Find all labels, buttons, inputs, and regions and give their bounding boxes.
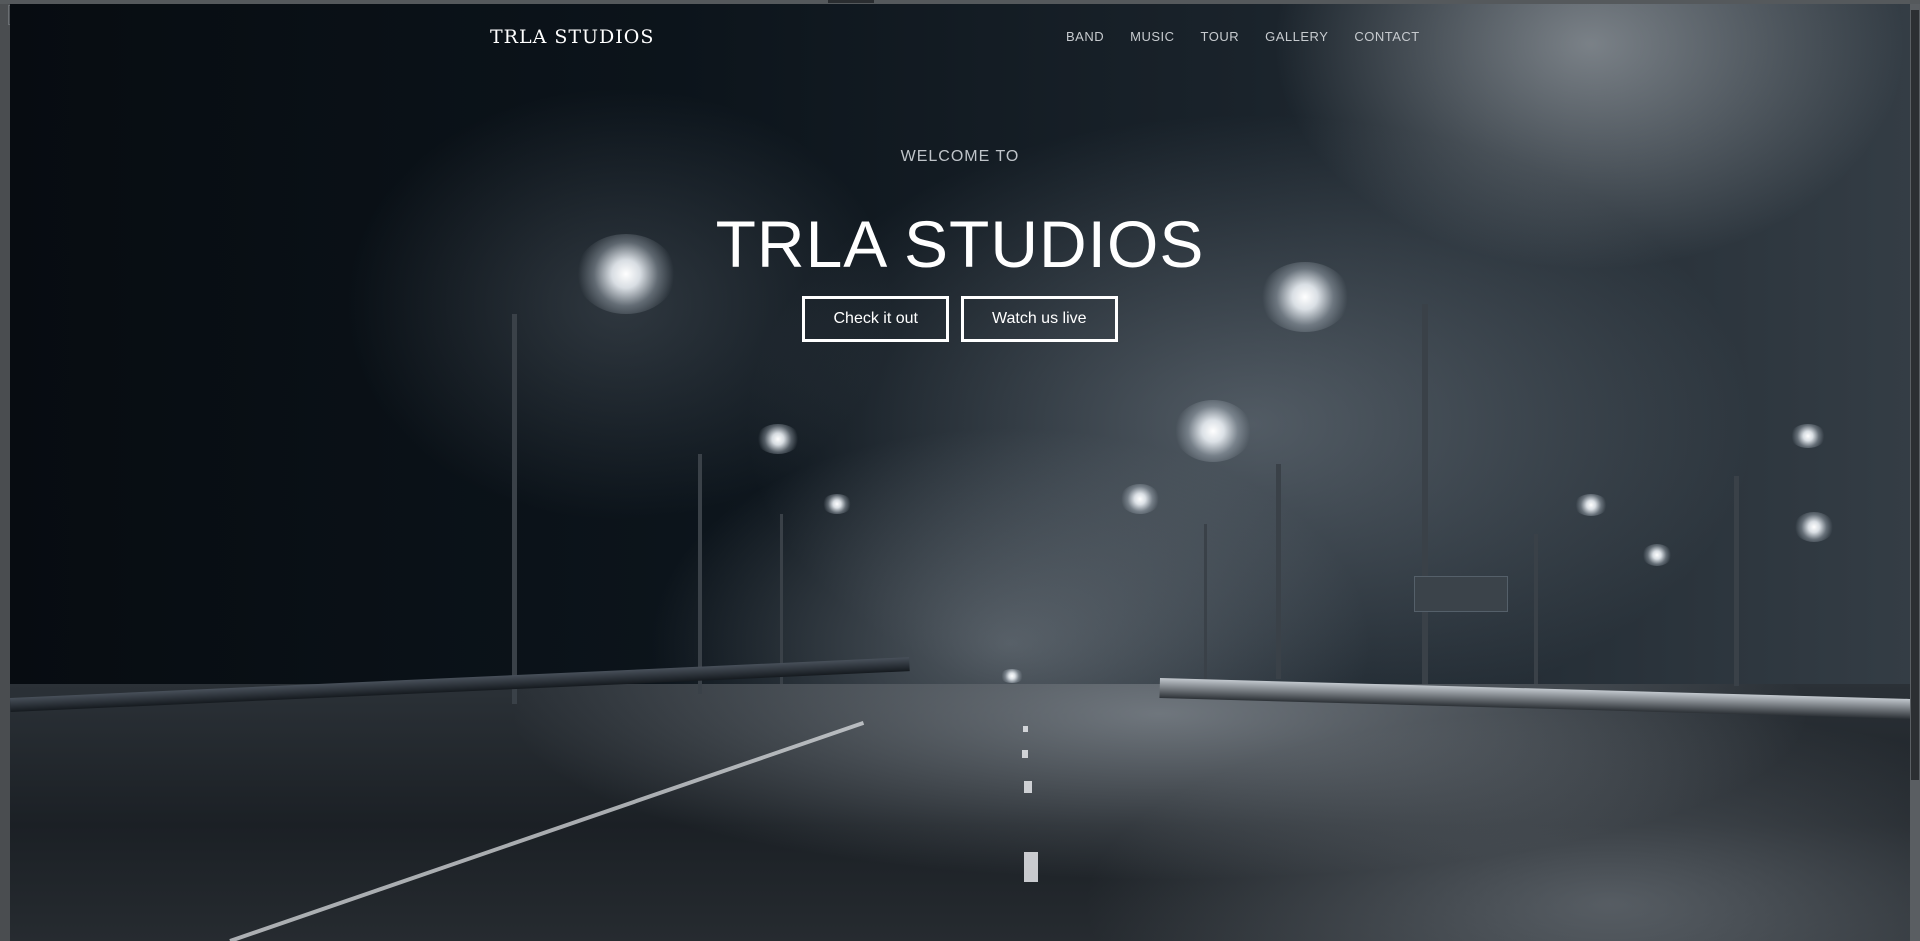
streetlight-glow [1642, 544, 1672, 566]
hero-title: TRLA STUDIOS [715, 207, 1205, 281]
browser-frame: ⤓ TRLA STUDIO [0, 0, 1920, 941]
street-pole [1534, 534, 1538, 684]
scrollbar-thumb[interactable] [1911, 10, 1919, 780]
street-pole [512, 314, 517, 704]
streetlight-glow [1794, 512, 1834, 542]
streetlight-glow [822, 494, 852, 514]
nav-link-band[interactable]: BAND [1066, 29, 1104, 44]
lane-dash [1024, 781, 1032, 793]
lane-dash [1024, 852, 1038, 882]
frame-top-notch [828, 0, 874, 3]
watch-us-live-button[interactable]: Watch us live [960, 296, 1118, 342]
navbar: TRLA STUDIOS BAND MUSIC TOUR GALLERY CON… [10, 4, 1910, 68]
streetlight-glow [756, 424, 800, 454]
street-pole [780, 514, 783, 684]
brand-logo[interactable]: TRLA STUDIOS [490, 26, 654, 48]
check-it-out-button[interactable]: Check it out [802, 296, 949, 342]
streetlight-glow [1790, 424, 1826, 448]
street-pole [1204, 524, 1207, 679]
streetlight-glow [1000, 669, 1024, 683]
hero-subtitle: WELCOME TO [900, 148, 1020, 165]
nav-links: BAND MUSIC TOUR GALLERY CONTACT [1066, 29, 1446, 44]
nav-link-music[interactable]: MUSIC [1130, 29, 1174, 44]
lane-dash [1022, 750, 1028, 758]
streetlight-glow [1174, 400, 1252, 462]
street-pole [1422, 304, 1428, 684]
street-pole [1276, 464, 1281, 679]
streetlight-glow [1120, 484, 1160, 514]
nav-link-gallery[interactable]: GALLERY [1265, 29, 1328, 44]
page: TRLA STUDIOS BAND MUSIC TOUR GALLERY CON… [10, 4, 1910, 941]
street-pole [1734, 476, 1739, 686]
nav-link-contact[interactable]: CONTACT [1354, 29, 1419, 44]
lane-dash [1023, 726, 1028, 732]
street-pole [698, 454, 702, 694]
hero-buttons: Check it out Watch us live [10, 296, 1910, 342]
road-sign [1414, 576, 1508, 612]
scrollbar[interactable] [1910, 4, 1920, 941]
streetlight-glow [1574, 494, 1608, 516]
road-surface [10, 684, 1910, 941]
nav-link-tour[interactable]: TOUR [1201, 29, 1240, 44]
